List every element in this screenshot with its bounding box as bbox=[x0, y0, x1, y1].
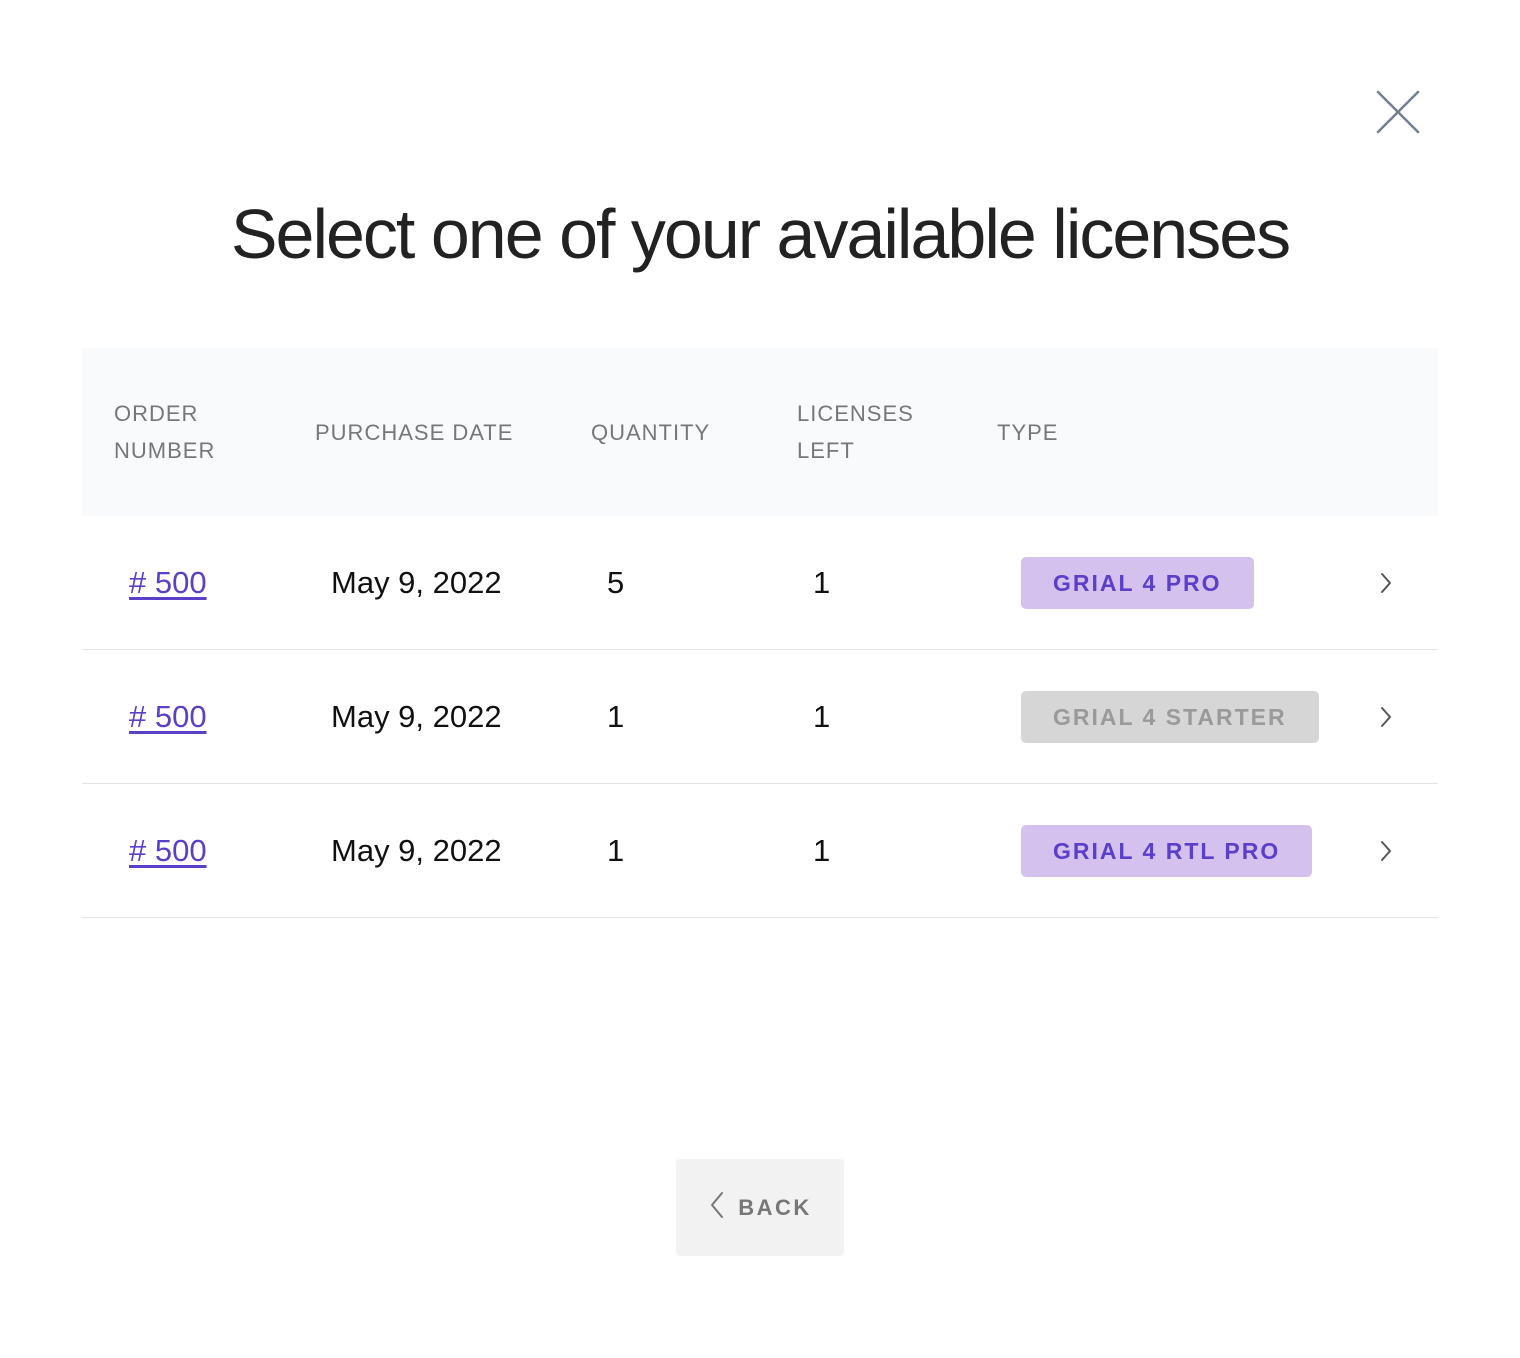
table-header: ORDER NUMBER PURCHASE DATE QUANTITY LICE… bbox=[82, 348, 1438, 516]
quantity: 1 bbox=[607, 698, 625, 734]
order-number-link[interactable]: # 500 bbox=[129, 565, 207, 601]
chevron-right-icon[interactable] bbox=[1376, 784, 1396, 917]
header-order-number: ORDER NUMBER bbox=[114, 401, 216, 463]
purchase-date: May 9, 2022 bbox=[331, 564, 502, 600]
page-title: Select one of your available licenses bbox=[230, 195, 1291, 273]
close-button[interactable] bbox=[1372, 86, 1424, 138]
quantity: 5 bbox=[607, 564, 625, 600]
licenses-left: 1 bbox=[813, 832, 831, 868]
licenses-left: 1 bbox=[813, 564, 831, 600]
table-row[interactable]: # 500 May 9, 2022 1 1 GRIAL 4 RTL PRO bbox=[82, 784, 1438, 918]
license-type-badge: GRIAL 4 RTL PRO bbox=[1021, 824, 1313, 877]
header-quantity: QUANTITY bbox=[591, 419, 711, 445]
purchase-date: May 9, 2022 bbox=[331, 698, 502, 734]
order-number-link[interactable]: # 500 bbox=[129, 699, 207, 735]
licenses-left: 1 bbox=[813, 698, 831, 734]
chevron-left-icon bbox=[708, 1190, 726, 1225]
order-number-link[interactable]: # 500 bbox=[129, 833, 207, 869]
header-licenses-left: LICENSES LEFT bbox=[797, 401, 914, 463]
quantity: 1 bbox=[607, 832, 625, 868]
chevron-right-icon[interactable] bbox=[1376, 516, 1396, 649]
header-type: TYPE bbox=[997, 419, 1059, 445]
table-row[interactable]: # 500 May 9, 2022 1 1 GRIAL 4 STARTER bbox=[82, 650, 1438, 784]
table-row[interactable]: # 500 May 9, 2022 5 1 GRIAL 4 PRO bbox=[82, 516, 1438, 650]
chevron-right-icon[interactable] bbox=[1376, 650, 1396, 783]
back-button-label: BACK bbox=[738, 1194, 812, 1220]
purchase-date: May 9, 2022 bbox=[331, 832, 502, 868]
back-button[interactable]: BACK bbox=[676, 1159, 844, 1256]
close-icon bbox=[1372, 86, 1424, 138]
license-type-badge: GRIAL 4 PRO bbox=[1021, 556, 1254, 609]
license-type-badge: GRIAL 4 STARTER bbox=[1021, 690, 1319, 743]
licenses-table: ORDER NUMBER PURCHASE DATE QUANTITY LICE… bbox=[82, 348, 1438, 918]
header-purchase-date: PURCHASE DATE bbox=[315, 419, 514, 445]
